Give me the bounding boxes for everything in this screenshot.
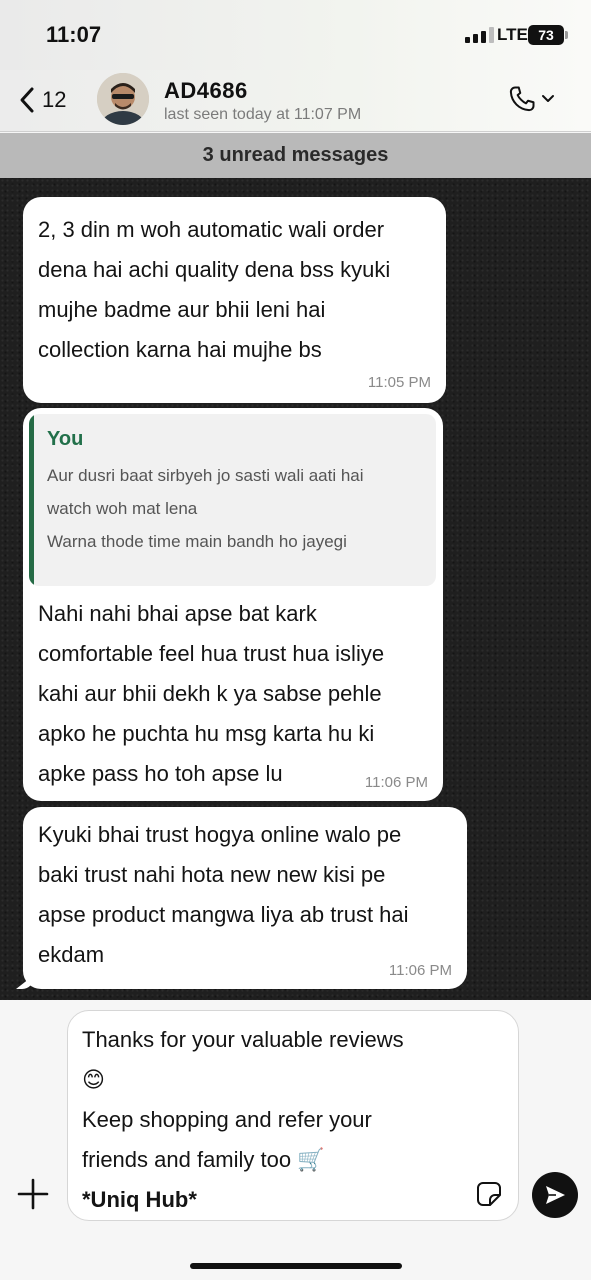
send-icon — [546, 1186, 565, 1204]
sticker-icon[interactable] — [476, 1181, 502, 1207]
quoted-line: Warna thode time main bandh ho jayegi — [47, 532, 347, 551]
message-text: Nahi nahi bhai apse bat kark comfortable… — [29, 586, 437, 794]
draft-line: 😊 — [82, 1067, 105, 1092]
chat-area[interactable]: 2, 3 din m woh automatic wali order dena… — [0, 178, 591, 1000]
message-bubble[interactable]: Kyuki bhai trust hogya online walo pe ba… — [23, 807, 467, 989]
draft-line: Keep shopping and refer your — [82, 1107, 372, 1132]
draft-line: *Uniq Hub* — [82, 1187, 197, 1212]
unread-chats-count: 12 — [42, 87, 67, 112]
message-line: apko he puchta hu msg karta hu ki — [38, 721, 375, 746]
network-type: LTE — [497, 25, 528, 44]
avatar-image — [97, 73, 149, 125]
quoted-line: watch woh mat lena — [47, 499, 198, 518]
status-time: 11:07 — [46, 22, 102, 47]
message-line: Kyuki bhai trust hogya online walo pe — [38, 822, 402, 847]
call-button[interactable] — [507, 84, 555, 114]
phone-icon — [509, 86, 535, 112]
message-timestamp: 11:06 PM — [364, 774, 428, 791]
message-line: apse product mangwa liya ab trust hai — [38, 902, 409, 927]
contact-info[interactable]: AD4686 last seen today at 11:07 PM — [164, 78, 361, 124]
battery-icon: 73 — [528, 25, 568, 45]
chat-header: 12 AD4686 last seen today at 11:07 PM — [0, 70, 591, 132]
draft-line: Thanks for your valuable reviews — [82, 1027, 404, 1052]
message-timestamp: 11:05 PM — [367, 374, 431, 391]
message-composer: Thanks for your valuable reviews 😊 Keep … — [0, 1000, 591, 1280]
home-indicator[interactable] — [190, 1263, 402, 1269]
plus-icon[interactable] — [17, 1178, 49, 1210]
quoted-line: Aur dusri baat sirbyeh jo sasti wali aat… — [47, 466, 364, 485]
message-line: Nahi nahi bhai apse bat kark — [38, 601, 317, 626]
back-button[interactable]: 12 — [18, 86, 66, 114]
last-seen-status: last seen today at 11:07 PM — [164, 106, 362, 123]
message-text: Kyuki bhai trust hogya online walo pe ba… — [38, 815, 452, 975]
message-line: dena hai achi quality dena bss kyuki — [38, 257, 391, 282]
draft-line: friends and family too 🛒 — [82, 1147, 325, 1172]
signal-strength-icon — [465, 27, 494, 43]
message-line: mujhe badme aur bhii leni hai — [38, 297, 326, 322]
contact-avatar[interactable] — [97, 73, 149, 125]
message-bubble[interactable]: You Aur dusri baat sirbyeh jo sasti wali… — [23, 408, 443, 801]
battery-level: 73 — [538, 27, 554, 43]
message-bubble[interactable]: 2, 3 din m woh automatic wali order dena… — [23, 197, 446, 403]
message-line: comfortable feel hua trust hua isliye — [38, 641, 385, 666]
message-timestamp: 11:06 PM — [388, 962, 452, 979]
message-line: collection karna hai mujhe bs — [38, 337, 322, 362]
unread-messages-label: 3 unread messages — [202, 144, 389, 166]
message-line: baki trust nahi hota new new kisi pe — [38, 862, 386, 887]
status-bar: 11:07 LTE 73 — [0, 0, 591, 70]
message-text: 2, 3 din m woh automatic wali order dena… — [38, 210, 431, 370]
message-input[interactable]: Thanks for your valuable reviews 😊 Keep … — [67, 1010, 519, 1221]
message-line: 2, 3 din m woh automatic wali order — [38, 217, 385, 242]
chevron-left-icon — [20, 87, 34, 113]
message-line: kahi aur bhii dekh k ya sabse pehle — [38, 681, 382, 706]
send-button[interactable] — [532, 1172, 578, 1218]
quoted-author: You — [47, 428, 84, 450]
unread-messages-banner: 3 unread messages — [0, 133, 591, 178]
contact-name: AD4686 — [164, 78, 248, 103]
chevron-down-icon — [542, 95, 554, 102]
quoted-reply[interactable]: You Aur dusri baat sirbyeh jo sasti wali… — [29, 414, 436, 586]
